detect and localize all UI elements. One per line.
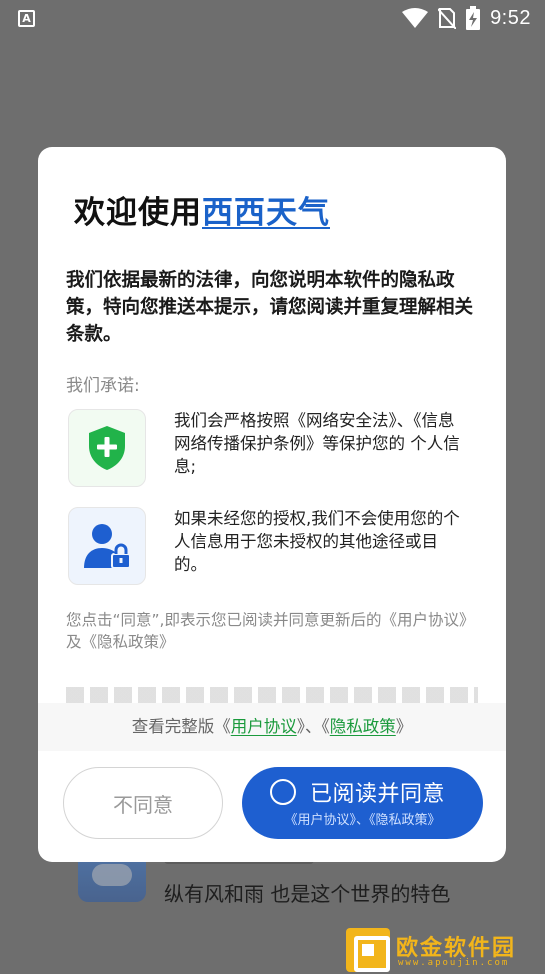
no-sim-icon <box>438 7 457 29</box>
user-agreement-link[interactable]: 用户协议 <box>231 717 297 736</box>
dialog-title: 欢迎使用西西天气 <box>74 187 330 232</box>
agree-button-label: 已阅读并同意 <box>310 782 446 807</box>
agree-button-sublabel: 《用户协议》、《隐私政策》 <box>284 813 441 828</box>
watermark-logo-icon <box>346 928 390 972</box>
privacy-dialog: 欢迎使用西西天气 我们依据最新的法律，向您说明本软件的隐私政策，特向您推送本提示… <box>38 147 506 862</box>
battery-charging-icon <box>466 6 481 30</box>
full-link-middle: 》、《 <box>296 717 330 736</box>
clock: 9:52 <box>490 6 531 29</box>
intro-text: 我们依据最新的法律，向您说明本软件的隐私政策，特向您推送本提示，请您阅读并重复理… <box>66 270 474 345</box>
disagree-button[interactable]: 不同意 <box>63 767 223 839</box>
privacy-policy-link[interactable]: 隐私政策 <box>330 717 396 736</box>
full-link-suffix: 》 <box>395 717 413 736</box>
background-caption: 纵有风和雨 也是这个世界的特色 <box>164 882 451 906</box>
app-name-link[interactable]: 西西天气 <box>202 195 330 231</box>
full-link-prefix: 查看完整版《 <box>131 717 231 736</box>
status-bar: A 9:52 <box>0 0 545 36</box>
user-lock-icon <box>68 507 146 585</box>
watermark-url: www.apoujin.com <box>398 958 510 968</box>
title-prefix: 欢迎使用 <box>74 195 202 231</box>
notification-app-icon: A <box>18 10 35 27</box>
promise-text-security: 我们会严格按照《网络安全法》、《信息网络传播保护条例》等保护您的 个人信息; <box>174 411 460 476</box>
status-icons: 9:52 <box>402 6 531 30</box>
consent-notice: 您点击“同意”,即表示您已阅读并同意更新后的《用户协议》及《隐私政策》 <box>66 611 475 651</box>
agree-button[interactable]: 已阅读并同意 《用户协议》、《隐私政策》 <box>242 767 483 839</box>
scroll-fade-text <box>66 687 478 703</box>
radio-circle-icon <box>270 779 296 805</box>
shield-plus-icon <box>68 409 146 487</box>
watermark: 欧金软件园 www.apoujin.com <box>346 928 541 972</box>
full-version-links: 查看完整版《用户协议》、《隐私政策》 <box>38 703 506 751</box>
promise-label: 我们承诺: <box>66 376 140 396</box>
wifi-icon <box>402 8 429 28</box>
promise-text-authorization: 如果未经您的授权,我们不会使用您的个人信息用于您未授权的其他途径或目的。 <box>174 509 460 574</box>
